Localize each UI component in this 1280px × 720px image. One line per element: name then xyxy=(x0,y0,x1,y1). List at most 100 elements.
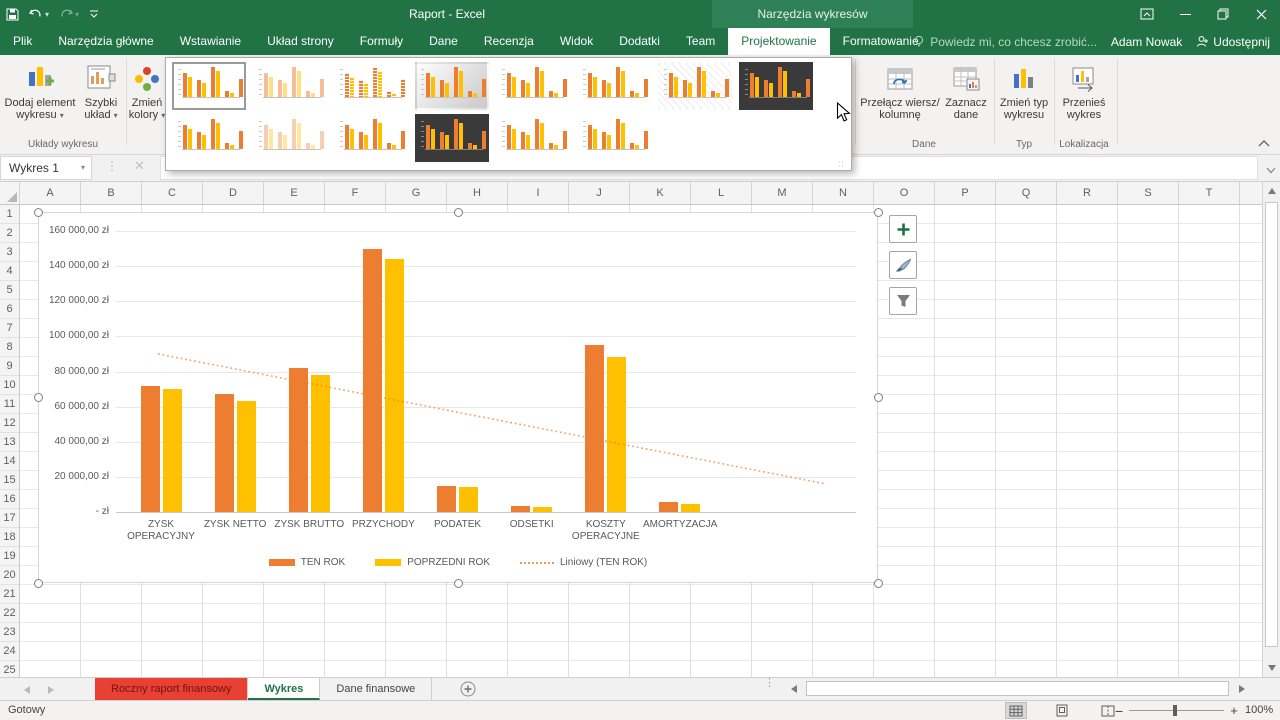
bar-ten-rok-odsetki[interactable] xyxy=(511,506,530,512)
redo-caret[interactable]: ▾ xyxy=(75,10,79,19)
chart-style-styl-7[interactable] xyxy=(658,62,732,110)
h-scroll-left[interactable] xyxy=(786,680,802,698)
zoom-slider-handle[interactable] xyxy=(1173,705,1177,716)
row-header-7[interactable]: 7 xyxy=(0,319,19,338)
column-header-S[interactable]: S xyxy=(1118,182,1179,204)
tab-formuły[interactable]: Formuły xyxy=(347,28,416,55)
column-header-D[interactable]: D xyxy=(203,182,264,204)
row-header-18[interactable]: 18 xyxy=(0,528,19,547)
undo-caret[interactable]: ▾ xyxy=(45,10,49,19)
redo-button[interactable]: ▾ xyxy=(59,8,79,20)
tab-plik[interactable]: Plik xyxy=(0,28,45,55)
account-name[interactable]: Adam Nowak xyxy=(1111,35,1182,49)
row-header-9[interactable]: 9 xyxy=(0,357,19,376)
column-header-B[interactable]: B xyxy=(81,182,142,204)
vertical-scrollbar[interactable] xyxy=(1262,182,1280,677)
chart-style-styl-8[interactable] xyxy=(739,62,813,110)
column-header-A[interactable]: A xyxy=(20,182,81,204)
bar-poprzedni-rok-odsetki[interactable] xyxy=(533,507,552,512)
column-header-G[interactable]: G xyxy=(386,182,447,204)
page-layout-view-button[interactable] xyxy=(1051,702,1073,719)
switch-row-column-button[interactable]: Przełącz wiersz/ kolumnę xyxy=(858,58,942,146)
tab-recenzja[interactable]: Recenzja xyxy=(471,28,547,55)
scroll-down-icon[interactable] xyxy=(1268,665,1276,671)
bar-ten-rok-zysk-brutto[interactable] xyxy=(289,368,308,512)
column-header-R[interactable]: R xyxy=(1057,182,1118,204)
horizontal-scroll-thumb[interactable] xyxy=(806,681,1229,696)
selection-handle[interactable] xyxy=(874,579,883,588)
chart-style-styl-5[interactable] xyxy=(496,62,570,110)
row-header-14[interactable]: 14 xyxy=(0,452,19,471)
chart-style-styl-10[interactable] xyxy=(253,114,327,162)
bar-poprzedni-rok-podatek[interactable] xyxy=(459,487,478,512)
bar-ten-rok-koszty-operacyjne[interactable] xyxy=(585,345,604,512)
close-button[interactable] xyxy=(1242,0,1280,28)
chart-style-styl-1[interactable] xyxy=(172,62,246,110)
customize-quick-access-button[interactable] xyxy=(89,9,99,19)
add-chart-element-button[interactable]: Dodaj element wykresu ▾ xyxy=(4,58,76,146)
column-header-Q[interactable]: Q xyxy=(996,182,1057,204)
selection-handle[interactable] xyxy=(454,579,463,588)
sheet-nav-left-icon[interactable] xyxy=(24,686,30,694)
chart-styles-button[interactable] xyxy=(889,251,917,279)
column-header-C[interactable]: C xyxy=(142,182,203,204)
sheet-nav-right-icon[interactable] xyxy=(48,686,54,694)
bar-poprzedni-rok-zysk-netto[interactable] xyxy=(237,401,256,512)
selection-handle[interactable] xyxy=(874,393,883,402)
chart-style-styl-6[interactable] xyxy=(577,62,651,110)
row-header-11[interactable]: 11 xyxy=(0,395,19,414)
move-chart-button[interactable]: Przenieś wykres xyxy=(1057,58,1111,146)
chart-style-styl-13[interactable] xyxy=(496,114,570,162)
sheet-tab-dane-finansowe[interactable]: Dane finansowe xyxy=(320,678,432,700)
gallery-resize-grip[interactable]: ∙∙∙∙ xyxy=(838,160,848,168)
column-header-O[interactable]: O xyxy=(874,182,935,204)
zoom-slider[interactable] xyxy=(1129,702,1224,719)
collapse-ribbon-button[interactable] xyxy=(1258,136,1272,146)
column-header-T[interactable]: T xyxy=(1179,182,1240,204)
tab-narzędzia-główne[interactable]: Narzędzia główne xyxy=(45,28,166,55)
share-button[interactable]: Udostępnij xyxy=(1196,35,1270,49)
row-header-8[interactable]: 8 xyxy=(0,338,19,357)
change-chart-type-button[interactable]: Zmień typ wykresu xyxy=(998,58,1050,146)
chart-style-styl-9[interactable] xyxy=(172,114,246,162)
column-header-L[interactable]: L xyxy=(691,182,752,204)
column-header-U[interactable]: U xyxy=(1240,182,1262,204)
cancel-entry-icon[interactable]: ✕ xyxy=(134,158,145,174)
chart-filters-button[interactable] xyxy=(889,287,917,315)
horizontal-scrollbar[interactable] xyxy=(802,680,1233,698)
h-scroll-right[interactable] xyxy=(1233,680,1249,698)
column-header-E[interactable]: E xyxy=(264,182,325,204)
bar-ten-rok-zysk-operacyjny[interactable] xyxy=(141,386,160,512)
bar-ten-rok-podatek[interactable] xyxy=(437,486,456,512)
expand-formula-bar-icon[interactable] xyxy=(1266,163,1276,177)
column-header-H[interactable]: H xyxy=(447,182,508,204)
bar-poprzedni-rok-zysk-brutto[interactable] xyxy=(311,375,330,512)
row-header-4[interactable]: 4 xyxy=(0,262,19,281)
tab-scrollbar-splitter[interactable]: ⋮ xyxy=(764,681,775,686)
row-header-19[interactable]: 19 xyxy=(0,547,19,566)
chart-style-styl-3[interactable] xyxy=(334,62,408,110)
undo-button[interactable]: ▾ xyxy=(29,8,49,20)
row-header-13[interactable]: 13 xyxy=(0,433,19,452)
chart-elements-button[interactable] xyxy=(889,215,917,243)
tab-wstawianie[interactable]: Wstawianie xyxy=(167,28,254,55)
row-header-2[interactable]: 2 xyxy=(0,224,19,243)
new-sheet-button[interactable] xyxy=(460,681,476,700)
column-header-P[interactable]: P xyxy=(935,182,996,204)
selection-handle[interactable] xyxy=(34,393,43,402)
tab-projektowanie[interactable]: Projektowanie xyxy=(728,28,829,55)
column-header-J[interactable]: J xyxy=(569,182,630,204)
select-all-corner[interactable] xyxy=(0,182,20,204)
chart-style-styl-12[interactable] xyxy=(415,114,489,162)
row-header-5[interactable]: 5 xyxy=(0,281,19,300)
tab-dodatki[interactable]: Dodatki xyxy=(606,28,673,55)
row-header-6[interactable]: 6 xyxy=(0,300,19,319)
row-header-24[interactable]: 24 xyxy=(0,642,19,661)
column-header-N[interactable]: N xyxy=(813,182,874,204)
tab-dane[interactable]: Dane xyxy=(416,28,471,55)
selection-handle[interactable] xyxy=(454,208,463,217)
zoom-percentage[interactable]: 100% xyxy=(1245,704,1273,716)
chart-style-styl-2[interactable] xyxy=(253,62,327,110)
bar-poprzedni-rok-przychody[interactable] xyxy=(385,259,404,512)
selection-handle[interactable] xyxy=(34,208,43,217)
